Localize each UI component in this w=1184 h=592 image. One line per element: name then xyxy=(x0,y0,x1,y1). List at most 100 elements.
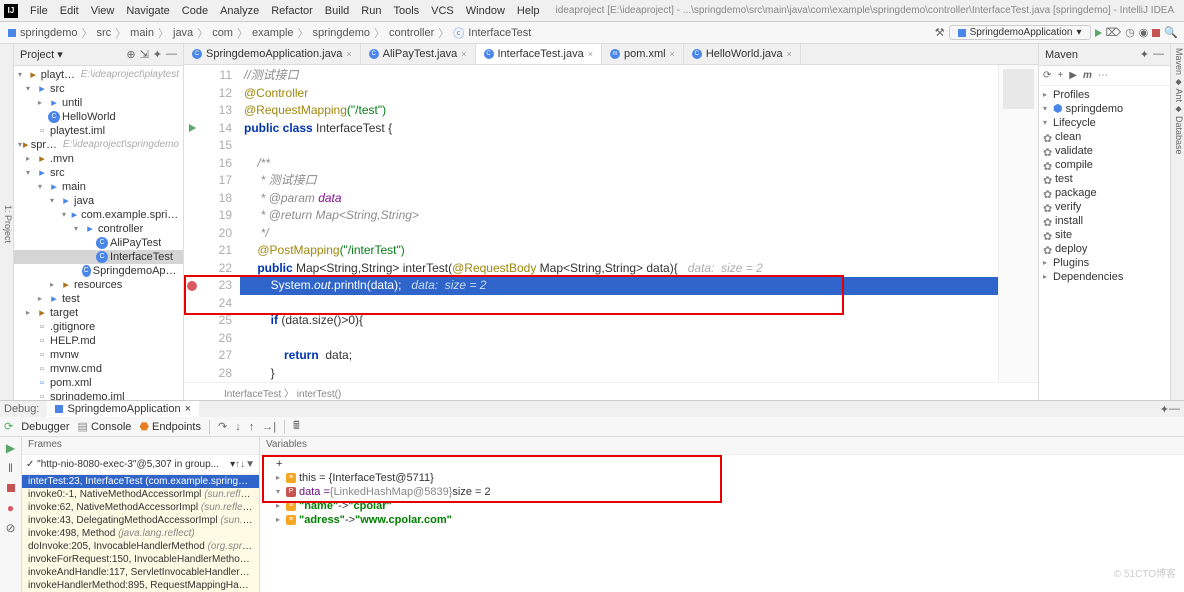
menu-analyze[interactable]: Analyze xyxy=(214,5,265,17)
tree-item[interactable]: ▸▸resources xyxy=(14,278,183,292)
frame-row[interactable]: doInvoke:205, InvocableHandlerMethod (or… xyxy=(22,540,259,553)
frame-row[interactable]: invoke:498, Method (java.lang.reflect) xyxy=(22,527,259,540)
tree-item[interactable]: ▫playtest.iml xyxy=(14,124,183,138)
tree-item[interactable]: ▸▸until xyxy=(14,96,183,110)
subtab-console[interactable]: ▤ Console xyxy=(78,420,132,433)
editor-tab[interactable]: mpom.xml× xyxy=(602,44,684,64)
maven-tree[interactable]: ▸Profiles ▾⬢ springdemo ▾Lifecycle ✿ cle… xyxy=(1039,86,1170,286)
search-icon[interactable]: 🔍 xyxy=(1164,26,1178,39)
tree-item[interactable]: ▾▸com.example.springdemo xyxy=(14,208,183,222)
maven-hide-icon[interactable]: — xyxy=(1153,48,1164,61)
frame-row[interactable]: invoke:62, NativeMethodAccessorImpl (sun… xyxy=(22,501,259,514)
maven-goal[interactable]: ✿ deploy xyxy=(1039,242,1170,256)
tree-item[interactable]: CSpringdemoApplication xyxy=(14,264,183,278)
editor-tab[interactable]: CInterfaceTest.java× xyxy=(476,44,602,64)
tree-item[interactable]: ▫springdemo.iml xyxy=(14,390,183,400)
hide-icon[interactable]: — xyxy=(166,48,177,61)
subtab-debugger[interactable]: Debugger xyxy=(21,421,69,433)
tree-item[interactable]: ▫mvnw.cmd xyxy=(14,362,183,376)
tree-item[interactable]: ▫pom.xml xyxy=(14,376,183,390)
editor-tab[interactable]: CHelloWorld.java× xyxy=(684,44,801,64)
subtab-endpoints[interactable]: ⬣ Endpoints xyxy=(139,420,201,433)
menu-window[interactable]: Window xyxy=(460,5,511,17)
tree-item[interactable]: ▫mvnw xyxy=(14,348,183,362)
view-bp-icon[interactable]: ● xyxy=(7,501,14,515)
maven-add-icon[interactable]: + xyxy=(1057,70,1063,81)
editor-breadcrumb[interactable]: InterfaceTest 〉 interTest() xyxy=(184,382,1038,400)
tree-item[interactable]: ▾▸src xyxy=(14,82,183,96)
frame-row[interactable]: invoke0:-1, NativeMethodAccessorImpl (su… xyxy=(22,488,259,501)
minimap[interactable] xyxy=(998,65,1038,382)
menu-build[interactable]: Build xyxy=(319,5,355,17)
maven-goal[interactable]: ✿ test xyxy=(1039,172,1170,186)
maven-m-icon[interactable]: m xyxy=(1083,70,1092,81)
maven-more-icon[interactable]: ⋯ xyxy=(1098,70,1108,81)
right-stripe[interactable]: Maven ⬥ Ant ⬥ Database xyxy=(1170,44,1184,400)
tree-item[interactable]: ▾▸main xyxy=(14,180,183,194)
maven-reload-icon[interactable]: ⟳ xyxy=(1043,70,1051,81)
editor-tab[interactable]: CAliPayTest.java× xyxy=(361,44,476,64)
menu-view[interactable]: View xyxy=(85,5,121,17)
tree-item[interactable]: CInterfaceTest xyxy=(14,250,183,264)
frame-row[interactable]: invokeAndHandle:117, ServletInvocableHan… xyxy=(22,566,259,579)
maven-goal[interactable]: ✿ site xyxy=(1039,228,1170,242)
frame-row[interactable]: interTest:23, InterfaceTest (com.example… xyxy=(22,475,259,488)
breakpoint-icon[interactable] xyxy=(184,277,200,295)
step-out-icon[interactable]: ↑ xyxy=(249,421,255,433)
menu-edit[interactable]: Edit xyxy=(54,5,85,17)
maven-settings-icon[interactable]: ✦ xyxy=(1140,48,1149,61)
step-over-icon[interactable]: ↷ xyxy=(218,420,227,433)
maven-goal[interactable]: ✿ install xyxy=(1039,214,1170,228)
editor[interactable]: 111213141516171819202122232425262728 //测… xyxy=(184,65,1038,382)
step-into-icon[interactable]: ↓ xyxy=(235,421,241,433)
menu-file[interactable]: File xyxy=(24,5,54,17)
gutter[interactable]: 111213141516171819202122232425262728 xyxy=(200,65,240,382)
editor-tab[interactable]: CSpringdemoApplication.java× xyxy=(184,44,361,64)
breadcrumb[interactable]: springdemo〉 src〉 main〉 java〉 com〉 exampl… xyxy=(6,25,533,41)
menu-tools[interactable]: Tools xyxy=(387,5,425,17)
maven-goal[interactable]: ✿ clean xyxy=(1039,130,1170,144)
tree-item[interactable]: ▸▸.mvn xyxy=(14,152,183,166)
tree-item[interactable]: CAliPayTest xyxy=(14,236,183,250)
frame-row[interactable]: invokeHandlerMethod:895, RequestMappingH… xyxy=(22,579,259,592)
stop-icon[interactable] xyxy=(7,481,15,495)
maven-goal[interactable]: ✿ package xyxy=(1039,186,1170,200)
rerun-icon[interactable]: ⟳ xyxy=(4,420,13,433)
tree-item[interactable]: ▾▸java xyxy=(14,194,183,208)
mute-bp-icon[interactable]: ⊘ xyxy=(5,521,15,535)
run-gutter-icon[interactable] xyxy=(184,120,200,138)
menu-refactor[interactable]: Refactor xyxy=(265,5,319,17)
tree-item[interactable]: ▸▸target xyxy=(14,306,183,320)
build-icon[interactable]: ⚒ xyxy=(935,26,945,39)
maven-goal[interactable]: ✿ verify xyxy=(1039,200,1170,214)
code[interactable]: //测试接口 @Controller @RequestMapping("/tes… xyxy=(240,65,998,382)
run-to-cursor-icon[interactable]: →| xyxy=(262,421,276,433)
filter-icon[interactable]: ▼ xyxy=(245,459,255,470)
tree-item[interactable]: ▸▸test xyxy=(14,292,183,306)
left-stripe[interactable]: 1: Project xyxy=(0,44,14,400)
menu-navigate[interactable]: Navigate xyxy=(120,5,175,17)
menu-vcs[interactable]: VCS xyxy=(425,5,460,17)
coverage-button[interactable]: ◷ xyxy=(1125,26,1135,39)
collapse-icon[interactable]: ⊕ xyxy=(126,48,135,61)
tree-item[interactable]: ▾▸springdemoE:\ideaproject\springdemo xyxy=(14,138,183,152)
stop-button[interactable] xyxy=(1152,29,1160,37)
frames-list[interactable]: interTest:23, InterfaceTest (com.example… xyxy=(22,475,259,592)
profile-button[interactable]: ◉ xyxy=(1139,26,1149,39)
tree-item[interactable]: ▫HELP.md xyxy=(14,334,183,348)
frame-row[interactable]: invoke:43, DelegatingMethodAccessorImpl … xyxy=(22,514,259,527)
run-config-dropdown[interactable]: SpringdemoApplication▾ xyxy=(949,25,1091,40)
frame-row[interactable]: invokeForRequest:150, InvocableHandlerMe… xyxy=(22,553,259,566)
run-button[interactable] xyxy=(1095,29,1102,37)
thread-selector[interactable]: ✓ "http-nio-8080-exec-3"@5,307 in group.… xyxy=(22,455,259,475)
resume-icon[interactable]: ▶ xyxy=(6,441,15,455)
evaluate-icon[interactable]: 🖩 xyxy=(293,417,300,436)
menu-help[interactable]: Help xyxy=(511,5,546,17)
debug-button[interactable]: ⌦ xyxy=(1106,26,1122,39)
variables-tree[interactable]: + ▸≡this = {InterfaceTest@5711} ▾Pdata =… xyxy=(260,455,1184,592)
menu-code[interactable]: Code xyxy=(176,5,214,17)
maven-goal[interactable]: ✿ validate xyxy=(1039,144,1170,158)
maven-run-icon[interactable]: ▶ xyxy=(1069,70,1077,81)
debug-hide-icon[interactable]: — xyxy=(1169,403,1180,415)
settings-icon[interactable]: ✦ xyxy=(153,48,162,61)
